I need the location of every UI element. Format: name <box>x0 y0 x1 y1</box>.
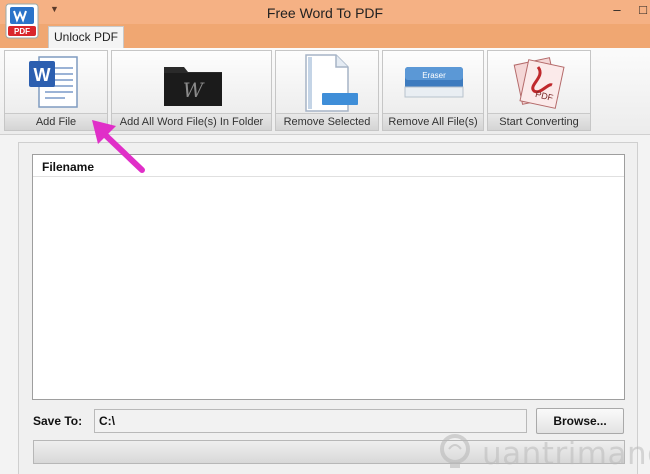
remove-all-label: Remove All File(s) <box>383 113 483 130</box>
word-document-icon: W <box>29 56 78 108</box>
start-converting-label: Start Converting <box>488 113 590 130</box>
remove-selected-label: Remove Selected <box>276 113 378 130</box>
save-to-label: Save To: <box>33 414 83 428</box>
annotation-arrow-icon <box>92 120 145 173</box>
eraser-icon: Eraser <box>404 67 464 98</box>
pdf-convert-icon: PDF <box>513 57 565 109</box>
remove-all-button[interactable]: Eraser Remove All File(s) <box>382 50 484 131</box>
tab-strip: Unlock PDF <box>0 24 650 48</box>
logo-text: PDF <box>14 27 30 36</box>
eraser-text: Eraser <box>422 71 446 80</box>
watermark: uantrimang <box>432 430 650 474</box>
maximize-button[interactable]: □ <box>630 0 650 20</box>
watermark-text: uantrimang <box>482 436 650 472</box>
window-title: Free Word To PDF <box>266 5 384 21</box>
svg-text:W: W <box>183 78 205 102</box>
word-folder-icon: W <box>164 67 222 106</box>
title-bar: ▼ Free Word To PDF – □ <box>0 0 650 24</box>
lightbulb-icon <box>440 434 470 468</box>
file-list[interactable]: Filename <box>32 154 625 400</box>
start-converting-button[interactable]: PDF Start Converting <box>487 50 591 131</box>
tab-unlock-pdf[interactable]: Unlock PDF <box>48 26 124 48</box>
svg-text:W: W <box>34 65 51 85</box>
minimize-button[interactable]: – <box>604 0 630 20</box>
app-logo-icon[interactable]: PDF <box>4 3 40 41</box>
remove-selected-button[interactable]: Remove Selected <box>275 50 379 131</box>
remove-document-icon <box>305 54 358 112</box>
